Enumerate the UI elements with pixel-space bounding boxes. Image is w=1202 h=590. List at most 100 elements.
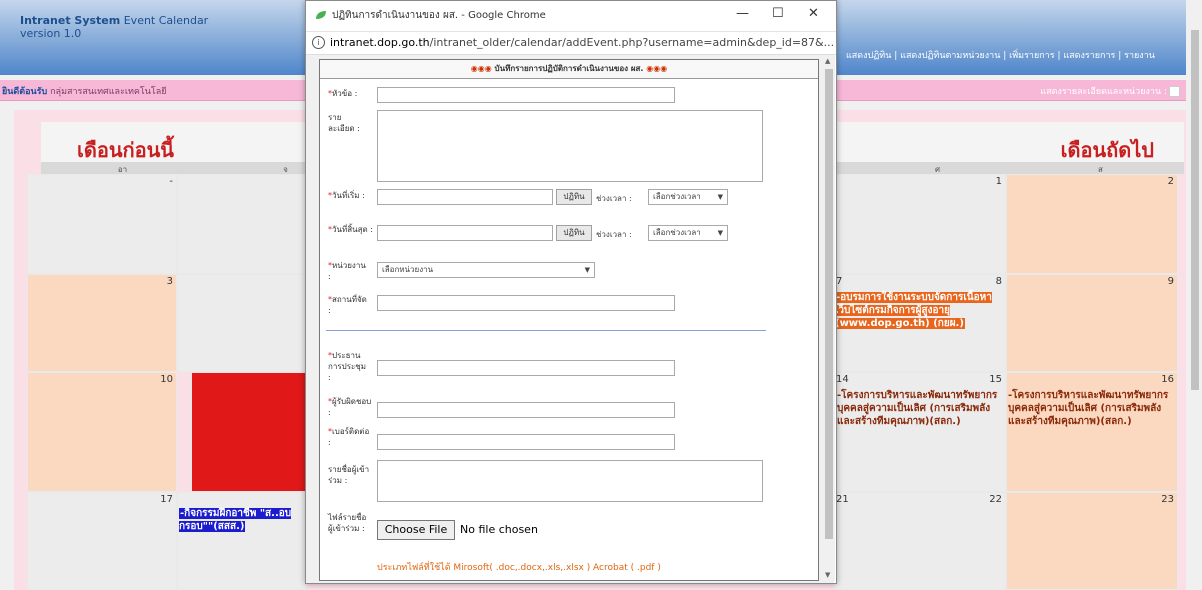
page-scrollbar-thumb[interactable]: [1191, 30, 1199, 390]
title-decoration-icon: ◉◉◉: [470, 64, 495, 73]
end-calendar-button[interactable]: ปฏิทิน: [556, 225, 592, 241]
start-date-label: *วันที่เริ่ม :: [328, 191, 365, 200]
minimize-icon[interactable]: —: [736, 6, 749, 21]
welcome-user: กลุ่มสารสนเทศและเทคโนโลยี: [50, 87, 167, 97]
department-label: *หน่วยงาน :: [328, 261, 366, 281]
event-entry[interactable]: -กิจกรรมฝึกอาชีพ "ส..อบกรอบ""(สสส.): [179, 507, 305, 533]
day-cell[interactable]: 10: [27, 372, 177, 492]
scroll-up-icon[interactable]: ▲: [825, 57, 830, 65]
title-decoration-icon: ◉◉◉: [643, 64, 668, 73]
day-cell[interactable]: 3: [27, 274, 177, 372]
day-number: 1: [995, 176, 1002, 187]
place-input[interactable]: [377, 295, 675, 311]
phone-input[interactable]: [377, 434, 675, 450]
day-cell[interactable]: 1: [834, 174, 1006, 274]
form-title-text: บันทึกรายการปฏิบัติการดำเนินงานของ ผส.: [494, 64, 644, 73]
info-icon[interactable]: i: [312, 36, 325, 49]
popup-titlebar[interactable]: ปฏิทินการดำเนินงานของ ผส. - Google Chrom…: [306, 1, 836, 31]
popup-window: ปฏิทินการดำเนินงานของ ผส. - Google Chrom…: [305, 0, 837, 584]
nav-show-calendar[interactable]: แสดงปฏิทิน: [846, 51, 891, 61]
start-time-select-value: เลือกช่วงเวลา: [653, 192, 701, 201]
event-text: -กิจกรรมฝึกอาชีพ "ส..อบกรอบ""(สสส.): [179, 508, 292, 532]
event-text: -อบรมการใช้งานระบบจัดการเนื้อหาเว็บไซต์ก…: [835, 292, 992, 329]
subject-input[interactable]: [377, 87, 675, 103]
start-date-input[interactable]: [377, 189, 553, 205]
event-entry[interactable]: -โครงการบริหารและพัฒนาทรัพยากรบุคคลสู่คว…: [1008, 389, 1176, 428]
address-bar[interactable]: i intranet.dop.go.th/intranet_older/cale…: [306, 31, 836, 55]
attendees-label: รายชื่อผู้เข้าร่วม :: [328, 465, 370, 485]
file-type-note: ประเภทไฟล์ที่ใช้ได้ Mirosoft( .doc,.docx…: [377, 563, 661, 573]
chair-input[interactable]: [377, 360, 675, 376]
day-cell[interactable]: 7 -อบรมการใช้งานระบบจัดการเนื้อหาเว็บไซต…: [834, 274, 1006, 372]
event-entry[interactable]: -อบรมการใช้งานระบบจัดการเนื้อหาเว็บไซต์ก…: [835, 291, 1004, 330]
phone-label: *เบอร์ติดต่อ :: [328, 427, 370, 447]
responsible-input[interactable]: [377, 402, 675, 418]
maximize-icon[interactable]: ☐: [772, 6, 784, 21]
nav-show-list[interactable]: แสดงรายการ: [1063, 51, 1115, 61]
day-cell[interactable]: -กิจกรรมฝึกอาชีพ "ส..อบกรอบ""(สสส.): [177, 492, 307, 590]
welcome-text: ยินดีต้อนรับ กลุ่มสารสนเทศและเทคโนโลยี: [2, 84, 167, 98]
url-domain: intranet.dop.go.th: [330, 36, 430, 49]
app-title: Intranet System Event Calendar version 1…: [20, 14, 208, 40]
event-form: ◉◉◉ บันทึกรายการปฏิบัติการดำเนินงานของ ผ…: [319, 59, 819, 581]
nav-report[interactable]: รายงาน: [1124, 51, 1155, 61]
nav-calendar-by-dept[interactable]: แสดงปฏิทินตามหน่วยงาน: [900, 51, 1000, 61]
day-number: 23: [1161, 494, 1174, 505]
chair-label: *ประธานการประชุม :: [328, 351, 367, 382]
event-entry[interactable]: -โครงการบริหารและพัฒนาทรัพยากรบุคคลสู่คว…: [837, 389, 1004, 428]
scroll-down-icon[interactable]: ▼: [825, 571, 830, 579]
end-date-input[interactable]: [377, 225, 553, 241]
day-number: 15: [989, 374, 1002, 385]
start-calendar-button[interactable]: ปฏิทิน: [556, 189, 592, 205]
event-text: -โครงการบริหารและพัฒนาทรัพยากรบุคคลสู่คว…: [1008, 390, 1169, 427]
choose-file-button[interactable]: Choose File: [377, 520, 455, 540]
popup-content: ◉◉◉ บันทึกรายการปฏิบัติการดำเนินงานของ ผ…: [306, 55, 834, 583]
chevron-down-icon: ▼: [717, 229, 723, 237]
dept-toggle-checkbox[interactable]: [1169, 86, 1180, 97]
nav-add-event[interactable]: เพิ่มรายการ: [1009, 51, 1054, 61]
end-time-label: ช่วงเวลา :: [596, 230, 632, 239]
url-text[interactable]: intranet.dop.go.th/intranet_older/calend…: [330, 36, 834, 49]
detail-textarea[interactable]: [377, 110, 763, 182]
day-cell[interactable]: 2: [1006, 174, 1178, 274]
day-cell[interactable]: 21 22: [834, 492, 1006, 590]
day-number: 2: [1167, 176, 1174, 187]
department-select-value: เลือกหน่วยงาน: [382, 265, 434, 274]
close-icon[interactable]: ✕: [808, 6, 819, 21]
day-cell-highlighted[interactable]: [191, 372, 307, 492]
form-title: ◉◉◉ บันทึกรายการปฏิบัติการดำเนินงานของ ผ…: [320, 60, 818, 79]
start-time-select[interactable]: เลือกช่วงเวลา ▼: [648, 189, 728, 205]
start-time-label: ช่วงเวลา :: [596, 194, 632, 203]
app-title-rest: Event Calendar: [120, 14, 209, 27]
app-version: version 1.0: [20, 27, 82, 40]
popup-scrollbar[interactable]: ▲ ▼: [823, 55, 835, 581]
end-time-select[interactable]: เลือกช่วงเวลา ▼: [648, 225, 728, 241]
dept-toggle[interactable]: แสดงรายละเอียดและหน่วยงาน :: [1040, 84, 1180, 98]
dept-toggle-label: แสดงรายละเอียดและหน่วยงาน :: [1040, 87, 1167, 97]
day-cell[interactable]: [177, 174, 307, 274]
attendees-textarea[interactable]: [377, 460, 763, 502]
day-cell[interactable]: 17: [27, 492, 177, 590]
no-file-text: No file chosen: [460, 523, 538, 536]
form-divider: [326, 330, 766, 331]
day-number: 21: [836, 494, 849, 505]
leaf-icon: [316, 11, 326, 19]
page-scrollbar[interactable]: [1188, 0, 1202, 590]
day-cell[interactable]: 23: [1006, 492, 1178, 590]
day-cell[interactable]: -: [27, 174, 177, 274]
day-cell[interactable]: 16 -โครงการบริหารและพัฒนาทรัพยากรบุคคลสู…: [1006, 372, 1178, 492]
day-cell[interactable]: 9: [1006, 274, 1178, 372]
day-number: -: [169, 176, 173, 187]
day-number: 10: [160, 374, 173, 385]
popup-scrollbar-thumb[interactable]: [825, 69, 833, 539]
welcome-label: ยินดีต้อนรับ: [2, 87, 48, 97]
chevron-down-icon: ▼: [717, 193, 723, 201]
end-time-select-value: เลือกช่วงเวลา: [653, 228, 701, 237]
day-number: 3: [166, 276, 173, 287]
day-number: 8: [995, 276, 1002, 287]
day-cell[interactable]: 14 15 -โครงการบริหารและพัฒนาทรัพยากรบุคค…: [834, 372, 1006, 492]
url-path: /intranet_older/calendar/addEvent.php?us…: [429, 36, 835, 49]
department-select[interactable]: เลือกหน่วยงาน ▼: [377, 262, 595, 278]
top-nav: แสดงปฏิทิน | แสดงปฏิทินตามหน่วยงาน | เพิ…: [846, 51, 1155, 61]
day-cell[interactable]: [177, 274, 307, 372]
